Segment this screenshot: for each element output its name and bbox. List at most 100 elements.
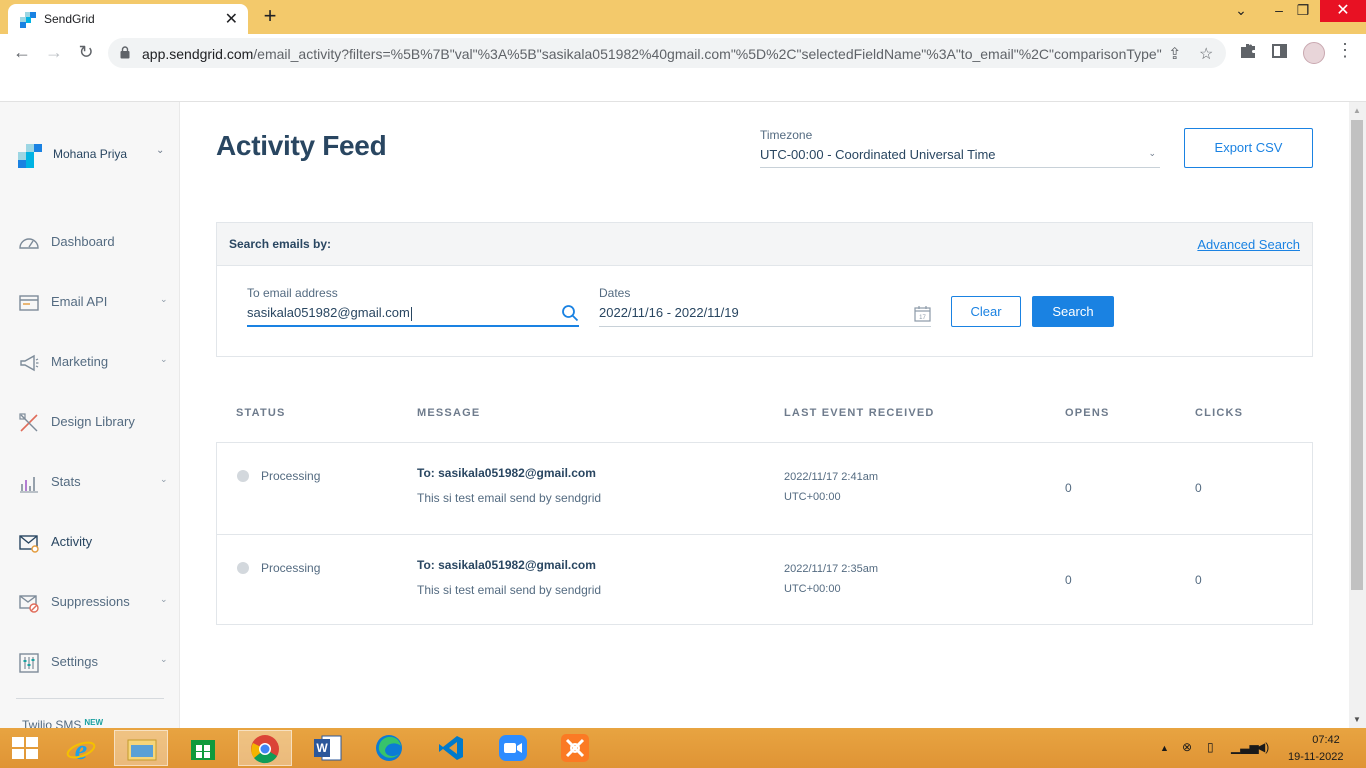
xampp-app[interactable]: [548, 730, 602, 766]
scroll-down-icon[interactable]: ▼: [1353, 715, 1361, 724]
stats-icon: [20, 477, 38, 493]
clock-date[interactable]: 19-11-2022: [1288, 751, 1343, 763]
message-subject: This si test email send by sendgrid: [417, 491, 602, 505]
back-icon[interactable]: ←: [10, 40, 34, 64]
chevron-down-icon: ⌄: [160, 654, 168, 664]
word-app[interactable]: W: [300, 730, 354, 766]
tab-title: SendGrid: [44, 12, 95, 26]
file-explorer-app[interactable]: [114, 730, 168, 766]
new-tab-button[interactable]: +: [258, 3, 282, 29]
sidebar-item-label: Stats: [51, 474, 81, 489]
dashboard-icon: [19, 238, 39, 249]
folder-icon: [127, 739, 157, 761]
volume-icon[interactable]: ◀): [1256, 740, 1269, 754]
battery-icon[interactable]: ▯: [1207, 740, 1214, 754]
column-header-opens: OPENS: [1065, 407, 1110, 419]
sidebar: Mohana Priya ⌄ Dashboard Email API ⌄ Mar…: [0, 102, 180, 728]
tray-app-icon[interactable]: ⊗: [1182, 740, 1192, 754]
message-subject: This si test email send by sendgrid: [417, 583, 602, 597]
sidebar-item-label: Marketing: [51, 354, 109, 369]
side-panel-icon[interactable]: [1272, 44, 1287, 58]
column-header-clicks: CLICKS: [1195, 407, 1244, 419]
browser-titlebar: SendGrid ✕ + ⌄ – ❐ ✕: [0, 0, 1366, 34]
search-button[interactable]: Search: [1032, 296, 1114, 327]
export-csv-button[interactable]: Export CSV: [1184, 128, 1313, 168]
dates-input[interactable]: 2022/11/16 - 2022/11/19 17: [599, 303, 931, 327]
sidebar-item-dashboard[interactable]: Dashboard: [18, 227, 173, 257]
restore-icon[interactable]: ❐: [1288, 2, 1318, 19]
url-host: app.sendgrid.com: [142, 46, 254, 62]
tray-overflow-icon[interactable]: ▲: [1160, 743, 1169, 753]
network-icon[interactable]: ▁▃▅: [1231, 740, 1259, 754]
reload-icon[interactable]: ↻: [74, 40, 98, 64]
edge-icon: [376, 735, 402, 761]
opens-count: 0: [1065, 481, 1072, 495]
profile-avatar[interactable]: [1303, 42, 1325, 64]
sidebar-item-activity[interactable]: Activity: [18, 527, 173, 557]
store-app[interactable]: [176, 730, 230, 766]
tab-close-icon[interactable]: ✕: [225, 9, 238, 29]
svg-text:e: e: [75, 735, 87, 764]
advanced-search-link[interactable]: Advanced Search: [1197, 237, 1300, 252]
scrollbar-thumb[interactable]: [1351, 120, 1363, 590]
sidebar-item-settings[interactable]: Settings ⌄: [18, 647, 173, 677]
edge-app[interactable]: [362, 730, 416, 766]
sidebar-item-stats[interactable]: Stats ⌄: [18, 467, 173, 497]
store-icon: [191, 740, 215, 760]
clicks-count: 0: [1195, 573, 1202, 587]
tab-search-icon[interactable]: ⌄: [1226, 2, 1256, 19]
url-text: app.sendgrid.com/email_activity?filters=…: [142, 46, 1162, 62]
sidebar-item-twilio-sms[interactable]: Twilio SMS NEW: [22, 718, 103, 728]
clock-time[interactable]: 07:42: [1302, 734, 1350, 746]
sidebar-item-marketing[interactable]: Marketing ⌄: [18, 347, 173, 377]
email-api-icon: [19, 295, 39, 311]
email-input-value: sasikala051982@gmail.com: [247, 305, 412, 321]
calendar-icon[interactable]: 17: [914, 305, 931, 322]
dates-field-label: Dates: [599, 286, 631, 300]
browser-toolbar: ← → ↻ app.sendgrid.com/email_activity?fi…: [0, 34, 1366, 71]
email-input-text: sasikala051982@gmail.com: [247, 305, 410, 320]
search-panel-header: Search emails by: Advanced Search: [217, 223, 1312, 266]
url-path: /email_activity?filters=%5B%7B"val"%3A%5…: [253, 46, 1162, 62]
chrome-app[interactable]: [238, 730, 292, 766]
bookmark-star-icon[interactable]: ☆: [1199, 44, 1213, 64]
xampp-icon: [561, 734, 589, 762]
timezone-select[interactable]: UTC-00:00 - Coordinated Universal Time ⌄: [760, 146, 1160, 168]
sidebar-divider: [16, 698, 164, 699]
sidebar-item-design-library[interactable]: Design Library: [18, 407, 173, 437]
sidebar-item-label: Dashboard: [51, 234, 115, 249]
event-timezone: UTC+00:00: [784, 491, 841, 503]
vscode-app[interactable]: [424, 730, 478, 766]
status-dot-icon: [237, 470, 249, 482]
event-timezone: UTC+00:00: [784, 583, 841, 595]
account-switcher[interactable]: Mohana Priya ⌄: [18, 142, 168, 168]
share-icon[interactable]: ⇪: [1168, 44, 1181, 64]
activity-icon: [19, 535, 39, 553]
table-row[interactable]: Processing To: sasikala051982@gmail.com …: [217, 534, 1312, 625]
browser-tab[interactable]: SendGrid ✕: [8, 4, 248, 34]
email-search-input[interactable]: sasikala051982@gmail.com: [247, 303, 579, 327]
settings-icon: [19, 653, 39, 673]
opens-count: 0: [1065, 573, 1072, 587]
forward-icon[interactable]: →: [42, 40, 66, 64]
scroll-up-icon[interactable]: ▲: [1353, 106, 1361, 115]
message-recipient: To: sasikala051982@gmail.com: [417, 466, 596, 480]
zoom-app[interactable]: [486, 730, 540, 766]
clicks-count: 0: [1195, 481, 1202, 495]
sidebar-item-suppressions[interactable]: Suppressions ⌄: [18, 587, 173, 617]
search-heading: Search emails by:: [229, 237, 332, 251]
browser-menu-icon[interactable]: ⋮: [1336, 40, 1354, 61]
sidebar-item-email-api[interactable]: Email API ⌄: [18, 287, 173, 317]
search-icon[interactable]: [561, 304, 579, 322]
internet-explorer-app[interactable]: e: [54, 730, 108, 766]
window-close-icon[interactable]: ✕: [1320, 0, 1366, 22]
table-row[interactable]: Processing To: sasikala051982@gmail.com …: [217, 443, 1312, 534]
clear-button[interactable]: Clear: [951, 296, 1021, 327]
email-field-label: To email address: [247, 286, 338, 300]
extensions-icon[interactable]: [1240, 43, 1256, 59]
status-dot-icon: [237, 562, 249, 574]
page-scrollbar[interactable]: ▲ ▼: [1349, 102, 1366, 728]
internet-explorer-icon: e: [66, 735, 96, 764]
address-bar[interactable]: app.sendgrid.com/email_activity?filters=…: [108, 38, 1226, 68]
start-button[interactable]: [0, 730, 54, 766]
